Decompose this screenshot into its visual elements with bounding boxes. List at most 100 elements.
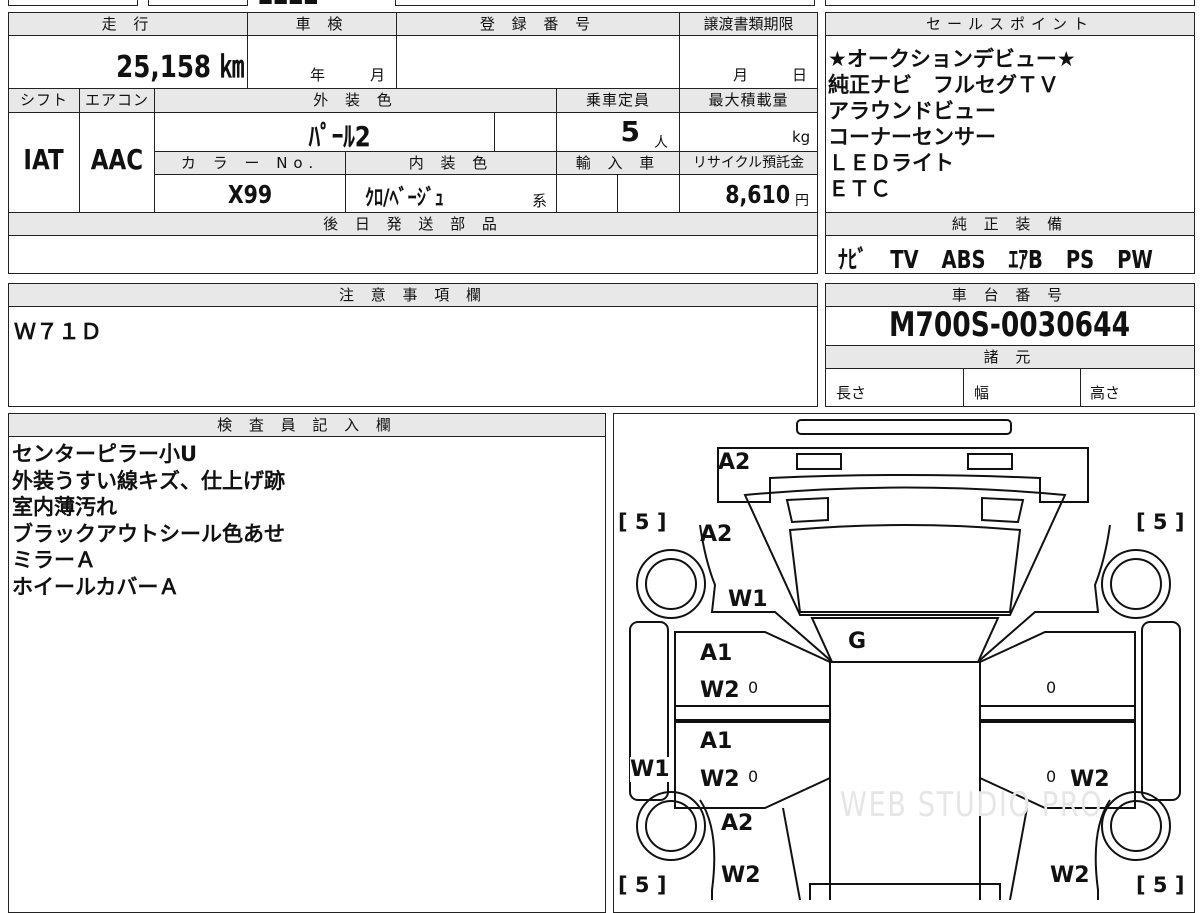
inspector-line: センターピラー小U — [12, 442, 198, 466]
label-w2-left-front: W2 — [721, 863, 761, 888]
shaken-month-label: 月 — [370, 66, 386, 84]
inspector-notes: センターピラー小U 外装うすい線キズ、仕上げ跡 室内薄汚れ ブラックアウトシール… — [12, 441, 602, 600]
rear-lamp-right — [967, 453, 1013, 470]
notes-value: Ｗ７１Ｄ — [14, 320, 103, 345]
recycle-deposit-value: 8,610 — [725, 180, 790, 209]
equipment-tv: TV — [890, 245, 919, 274]
transfer-deadline-header: 譲渡書類期限 — [679, 12, 818, 36]
registration-header: 登 録 番 号 — [396, 12, 680, 36]
equipment-pw: PW — [1117, 245, 1153, 274]
label-a2-left-rear: A2 — [700, 522, 733, 547]
capacity-unit: 人 — [654, 135, 668, 151]
transfer-month-label: 月 — [733, 66, 749, 84]
label-zero-2: 0 — [1046, 678, 1057, 697]
sales-point-item: ＬＥＤライト — [828, 151, 954, 175]
sales-point-item: アラウンドビュー — [828, 99, 996, 123]
rear-light-left — [785, 496, 829, 524]
notes-header: 注 意 事 項 欄 — [8, 283, 818, 307]
mileage-header: 走 行 — [8, 12, 248, 36]
inspector-line: ホイールカバーＡ — [12, 574, 180, 599]
label-tire-front-right: [ 5 ] — [1136, 873, 1185, 897]
spec-length-label: 長さ — [836, 384, 867, 402]
label-a2-left-front: A2 — [721, 811, 754, 836]
label-g-roof: G — [848, 629, 867, 654]
label-zero-3: 0 — [748, 767, 759, 786]
sales-point-item: ★オークションデビュー★ — [828, 47, 1076, 71]
top-strip-right — [395, 0, 815, 6]
label-a1-left-rear-door: A1 — [700, 641, 733, 666]
rear-glass — [788, 524, 1022, 613]
cabin — [829, 661, 981, 900]
windshield-edge — [809, 883, 1001, 900]
label-a2-rear: A2 — [718, 450, 751, 475]
label-w1-left-sill: W1 — [630, 757, 670, 782]
label-zero-1: 0 — [748, 678, 759, 697]
shift-value: IAT — [23, 143, 65, 176]
inspector-line: ミラーＡ — [12, 548, 96, 572]
label-tire-rear-right: [ 5 ] — [1136, 510, 1185, 534]
recycle-deposit-unit: 円 — [795, 193, 809, 209]
equipment-navi: ﾅﾋﾞ — [838, 245, 868, 274]
sales-points-header: セールスポイント — [825, 12, 1195, 36]
factory-equipment-list: ﾅﾋﾞ TV ABS ｴｱB PS PW — [838, 240, 1188, 276]
sales-point-item: 純正ナビ フルセグＴＶ — [828, 73, 1059, 97]
equipment-airbag: ｴｱB — [1008, 245, 1043, 274]
chassis-number-header: 車 台 番 号 — [825, 283, 1195, 307]
specs-header: 諸 元 — [825, 345, 1195, 369]
color-no-value: X99 — [227, 180, 273, 209]
left-front-door — [674, 721, 831, 809]
rear-bumper — [717, 447, 1089, 503]
left-body-outline — [699, 524, 831, 900]
equipment-abs: ABS — [941, 245, 986, 274]
label-w1-left-upper: W1 — [728, 587, 768, 612]
sales-point-item: コーナーセンサー — [828, 125, 996, 149]
chassis-number-value: M700S-0030644 — [889, 305, 1131, 345]
right-sill — [1141, 621, 1181, 801]
top-strip-mid — [148, 0, 248, 6]
sales-point-item: ＥＴＣ — [828, 177, 891, 201]
rear-lamp-left — [796, 453, 842, 470]
interior-color-value: ｸﾛ/ﾍﾞｰｼﾞｭ — [365, 186, 444, 211]
transfer-day-label: 日 — [792, 66, 808, 84]
later-parts-header: 後 日 発 送 部 品 — [8, 212, 818, 236]
exterior-color-value: ﾊﾟｰﾙ2 — [309, 120, 371, 153]
max-load-header: 最大積載量 — [679, 88, 818, 113]
mileage-value: 25,158 ㎞ — [115, 50, 244, 85]
inspector-line: ブラックアウトシール色あせ — [12, 521, 285, 546]
sales-points-list: ★オークションデビュー★ 純正ナビ フルセグＴＶ アラウンドビュー コーナーセン… — [828, 46, 1193, 202]
wheel-front-left — [636, 791, 706, 861]
wheel-rear-left — [636, 549, 706, 619]
left-a-pillar — [782, 807, 801, 900]
wheel-rear-right — [1101, 549, 1171, 619]
top-strip-left — [8, 0, 138, 6]
spec-width-label: 幅 — [974, 384, 990, 402]
shaken-year-label: 年 — [310, 66, 326, 84]
label-w2-left-front-door: W2 — [700, 767, 740, 792]
max-load-unit: kg — [792, 128, 811, 146]
shift-header: シフト — [8, 88, 80, 113]
label-zero-4: 0 — [1046, 767, 1057, 786]
label-tire-front-left: [ 5 ] — [618, 873, 667, 897]
label-w2-right-front: W2 — [1050, 863, 1090, 888]
factory-equipment-header: 純 正 装 備 — [825, 212, 1195, 236]
label-w2-left-rear-door: W2 — [700, 678, 740, 703]
color-no-header: カ ラ ー No. — [154, 151, 346, 175]
top-strip-far — [825, 0, 1195, 6]
rear-spoiler — [796, 419, 1012, 435]
inspector-header: 検 査 員 記 入 欄 — [8, 413, 606, 437]
interior-color-header: 内 装 色 — [345, 151, 557, 175]
aircon-header: エアコン — [79, 88, 155, 113]
spec-height-label: 高さ — [1090, 384, 1121, 402]
inspector-line: 外装うすい線キズ、仕上げ跡 — [12, 468, 285, 493]
recycle-deposit-header: リサイクル預託金 — [679, 151, 818, 175]
top-strip-partial: ■■■■ — [258, 0, 388, 4]
shaken-header: 車 検 — [247, 12, 397, 36]
capacity-header: 乗車定員 — [556, 88, 680, 113]
roof — [810, 617, 1000, 663]
import-car-header: 輸 入 車 — [556, 151, 680, 175]
label-a1-left-front-door: A1 — [700, 729, 733, 754]
rear-light-right — [981, 496, 1025, 524]
equipment-ps: PS — [1065, 245, 1095, 274]
watermark: WEB STUDIO PRO — [840, 785, 1104, 825]
exterior-color-header: 外 装 色 — [154, 88, 557, 113]
